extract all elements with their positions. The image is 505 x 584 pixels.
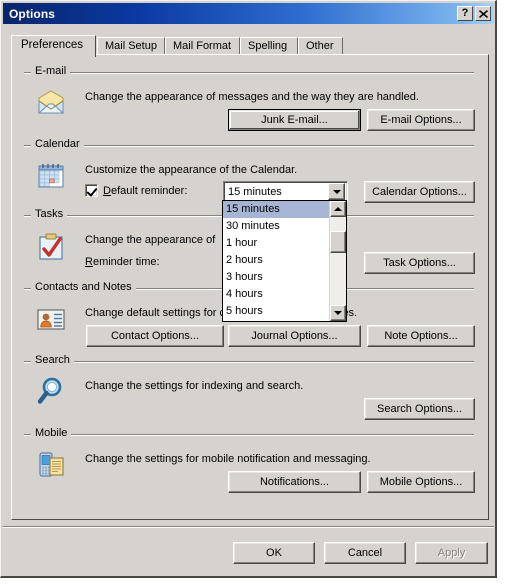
reminder-time-combo-value: 15 minutes xyxy=(228,185,282,198)
journal-options-button[interactable]: Journal Options... xyxy=(228,325,361,347)
mobile-description: Change the settings for mobile notificat… xyxy=(85,453,371,465)
options-dialog-screenshot: Options ? Preferences Mail Setup Mail Fo… xyxy=(0,0,505,584)
calendar-options-button-label: Calendar Options... xyxy=(372,186,467,198)
cancel-button[interactable]: Cancel xyxy=(324,542,406,564)
tab-spelling[interactable]: Spelling xyxy=(240,37,298,55)
junk-email-button-label: Junk E-mail... xyxy=(261,114,328,126)
tasks-reminder-label: Reminder time: xyxy=(85,256,160,268)
contact-options-button-label: Contact Options... xyxy=(110,330,200,342)
search-options-button-label: Search Options... xyxy=(377,403,462,415)
junk-email-button[interactable]: Junk E-mail... xyxy=(228,109,361,131)
apply-button: Apply xyxy=(415,542,488,564)
clipboard-check-icon xyxy=(35,230,67,262)
default-reminder-checkbox[interactable] xyxy=(85,184,98,197)
calendar-options-button[interactable]: Calendar Options... xyxy=(364,181,475,203)
note-options-button[interactable]: Note Options... xyxy=(367,325,475,347)
search-options-button[interactable]: Search Options... xyxy=(364,398,475,420)
help-button[interactable]: ? xyxy=(457,6,473,21)
tab-spelling-label: Spelling xyxy=(248,40,288,52)
dropdown-items: 15 minutes 30 minutes 1 hour 2 hours 3 h… xyxy=(223,201,329,321)
close-button[interactable] xyxy=(475,6,491,21)
ok-button-label: OK xyxy=(266,547,282,559)
mobile-options-button-label: Mobile Options... xyxy=(379,476,463,488)
note-options-button-label: Note Options... xyxy=(384,330,458,342)
mobile-options-button[interactable]: Mobile Options... xyxy=(367,471,475,493)
tab-other-label: Other xyxy=(306,40,334,52)
calendar-icon xyxy=(35,160,67,192)
email-group-frame xyxy=(24,72,474,74)
tab-mail-format[interactable]: Mail Format xyxy=(165,37,240,55)
contact-card-icon xyxy=(35,303,67,335)
tab-mail-setup-label: Mail Setup xyxy=(105,40,157,52)
contact-options-button[interactable]: Contact Options... xyxy=(86,325,224,347)
magnifier-icon xyxy=(35,375,67,407)
title-bar-buttons: ? xyxy=(457,6,491,21)
reminder-time-combo[interactable]: 15 minutes xyxy=(223,181,348,202)
ok-button[interactable]: OK xyxy=(233,542,315,564)
dropdown-item-2[interactable]: 1 hour xyxy=(223,235,329,252)
dropdown-scrollbar-thumb[interactable] xyxy=(330,231,346,253)
dropdown-item-5[interactable]: 4 hours xyxy=(223,286,329,303)
tasks-description: Change the appearance of xyxy=(85,234,216,246)
email-description: Change the appearance of messages and th… xyxy=(85,91,419,103)
tab-other[interactable]: Other xyxy=(298,37,343,55)
footer-separator xyxy=(3,526,494,528)
default-reminder-label: Default reminder: xyxy=(103,184,188,197)
options-dialog-window: Options ? Preferences Mail Setup Mail Fo… xyxy=(0,0,497,578)
calendar-group-label: Calendar xyxy=(31,138,84,150)
search-description: Change the settings for indexing and sea… xyxy=(85,380,304,392)
task-options-button[interactable]: Task Options... xyxy=(364,252,475,274)
window-title: Options xyxy=(9,6,56,21)
envelope-icon xyxy=(35,87,67,119)
search-group-frame xyxy=(24,361,474,363)
calendar-description: Customize the appearance of the Calendar… xyxy=(85,164,298,176)
task-options-button-label: Task Options... xyxy=(383,257,456,269)
email-options-button[interactable]: E-mail Options... xyxy=(367,109,475,131)
notifications-button[interactable]: Notifications... xyxy=(228,471,361,493)
notifications-button-label: Notifications... xyxy=(259,476,330,488)
calendar-group-frame xyxy=(24,145,474,147)
contacts-group-label: Contacts and Notes xyxy=(31,281,136,293)
dropdown-item-0[interactable]: 15 minutes xyxy=(223,201,329,218)
tab-preferences-label: Preferences xyxy=(21,39,84,51)
dropdown-item-1[interactable]: 30 minutes xyxy=(223,218,329,235)
scroll-up-icon[interactable] xyxy=(330,201,346,217)
tab-mail-format-label: Mail Format xyxy=(173,40,232,52)
email-group: E-mail xyxy=(24,65,474,142)
search-group-label: Search xyxy=(31,354,74,366)
tasks-group-label: Tasks xyxy=(31,208,68,220)
dropdown-item-3[interactable]: 2 hours xyxy=(223,252,329,269)
email-group-label: E-mail xyxy=(31,65,71,77)
scroll-down-icon[interactable] xyxy=(330,305,346,321)
chevron-down-icon[interactable] xyxy=(328,183,345,200)
apply-button-label: Apply xyxy=(437,547,466,559)
tab-mail-setup[interactable]: Mail Setup xyxy=(97,37,165,55)
mobile-phone-icon xyxy=(35,448,67,480)
email-options-button-label: E-mail Options... xyxy=(380,114,462,126)
default-reminder-checkbox-row[interactable]: Default reminder: xyxy=(85,184,187,197)
mobile-group-label: Mobile xyxy=(31,427,72,439)
tab-preferences[interactable]: Preferences xyxy=(11,35,96,57)
window-right-margin xyxy=(497,3,505,584)
dropdown-scrollbar[interactable] xyxy=(329,201,346,321)
reminder-time-dropdown-list[interactable]: 15 minutes 30 minutes 1 hour 2 hours 3 h… xyxy=(222,200,347,322)
close-icon xyxy=(478,9,488,18)
dropdown-item-6[interactable]: 5 hours xyxy=(223,303,329,320)
dropdown-item-4[interactable]: 3 hours xyxy=(223,269,329,286)
window-bottom-margin xyxy=(0,578,505,584)
cancel-button-label: Cancel xyxy=(347,547,383,559)
mobile-group-frame xyxy=(24,434,474,436)
title-bar[interactable]: Options ? xyxy=(3,3,494,24)
journal-options-button-label: Journal Options... xyxy=(251,330,338,342)
tab-strip: Preferences Mail Setup Mail Format Spell… xyxy=(11,35,489,57)
